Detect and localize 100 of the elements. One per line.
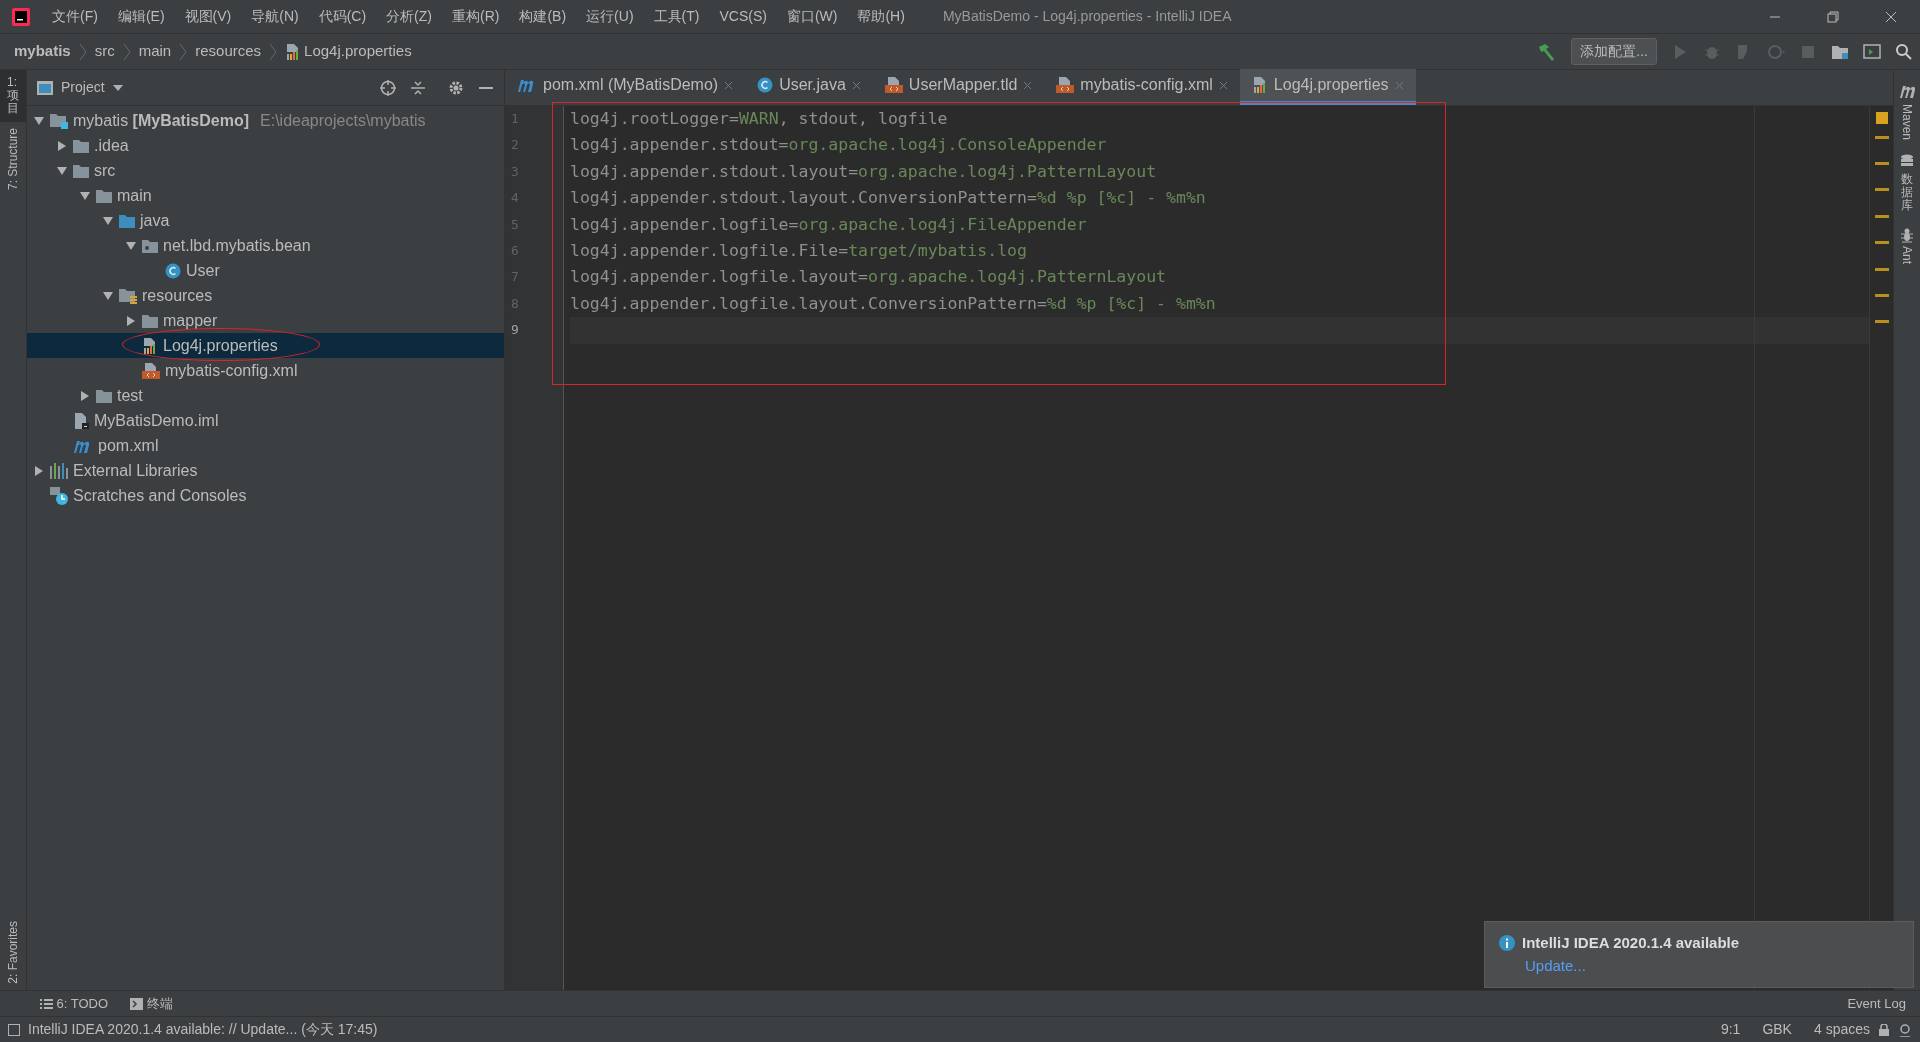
menu-item[interactable]: 编辑(E) [107, 6, 175, 27]
close-icon[interactable] [1884, 10, 1898, 25]
tree-item[interactable]: resources [27, 283, 504, 308]
tree-item[interactable]: mybatis-config.xml [27, 358, 504, 383]
menu-item[interactable]: 构建(B) [509, 6, 577, 27]
tree-item[interactable]: User [27, 258, 504, 283]
menu-item[interactable]: 帮助(H) [847, 6, 915, 27]
tree-item[interactable]: Scratches and Consoles [27, 483, 504, 508]
tool-window-tab[interactable]: 数据库 [1899, 153, 1915, 213]
menu-item[interactable]: 窗口(W) [776, 6, 848, 27]
expanded-arrow-icon[interactable] [103, 215, 113, 226]
tree-item[interactable]: .idea [27, 133, 504, 158]
chevron-icon [78, 42, 87, 61]
menu-item[interactable]: 重构(R) [442, 6, 510, 27]
menu-item[interactable]: 文件(F) [42, 6, 108, 27]
tree-item[interactable]: External Libraries [27, 458, 504, 483]
tool-window-tab[interactable]: Maven [1898, 84, 1916, 140]
project-window-icon [37, 80, 53, 95]
breadcrumb[interactable]: main [138, 40, 172, 63]
code-line: log4j.rootLogger=WARN, stdout, logfile [570, 108, 949, 130]
chevron-icon [269, 42, 278, 61]
editor-tab[interactable]: mybatis-config.xml [1044, 69, 1240, 105]
breadcrumb[interactable]: src [94, 40, 115, 63]
menu-item[interactable]: 代码(C) [308, 6, 377, 27]
menu-item[interactable]: 运行(U) [576, 6, 644, 27]
search-icon[interactable] [1895, 42, 1913, 61]
tree-item-label: .idea [94, 135, 129, 156]
class-icon [165, 262, 181, 279]
tree-item[interactable]: mybatis [MyBatisDemo] E:\ideaprojects\mybatis [27, 108, 504, 133]
tree-item[interactable]: Log4j.properties [27, 333, 504, 358]
locate-icon[interactable] [380, 79, 396, 96]
tool-window-tab[interactable]: 终端 [130, 993, 173, 1014]
tree-item-label: java [140, 210, 170, 231]
run-configuration-dropdown[interactable]: 添加配置... [1571, 38, 1657, 65]
collapse-all-icon[interactable] [410, 79, 426, 96]
menu-item[interactable]: 工具(T) [643, 6, 710, 27]
collapsed-arrow-icon[interactable] [34, 465, 44, 476]
editor-tab[interactable]: User.java [745, 69, 873, 105]
menu-item[interactable]: 导航(N) [241, 6, 309, 27]
terminal-window-icon[interactable] [1863, 42, 1881, 61]
update-link[interactable]: Update... [1499, 956, 1586, 974]
folder-icon [96, 388, 112, 403]
ant-icon [1899, 226, 1915, 243]
code-line: log4j.appender.stdout.layout.ConversionPattern=%d %p [%c] - %m%n [570, 187, 1207, 210]
list-icon [40, 997, 53, 1010]
tree-item[interactable]: mapper [27, 308, 504, 333]
folder-icon [142, 313, 158, 328]
tree-item[interactable]: pom.xml [27, 433, 504, 458]
expanded-arrow-icon[interactable] [34, 115, 44, 126]
tree-item[interactable]: test [27, 383, 504, 408]
editor-tab[interactable]: Log4j.properties [1239, 69, 1416, 105]
tool-window-tab[interactable]: 6: TODO [40, 993, 109, 1014]
caret-icon[interactable] [112, 83, 123, 92]
tree-item[interactable]: net.lbd.mybatis.bean [27, 233, 504, 258]
tree-item-label: resources [142, 285, 213, 306]
collapsed-arrow-icon[interactable] [57, 140, 67, 151]
expanded-arrow-icon[interactable] [103, 290, 113, 301]
tool-window-tab[interactable]: Ant [1898, 226, 1916, 265]
tool-window-tab[interactable]: 2: Favorites [0, 915, 26, 990]
line-number: 9 [510, 321, 520, 340]
collapsed-arrow-icon[interactable] [126, 315, 136, 326]
code-line: log4j.appender.logfile.layout.ConversionPattern=%d %p [%c] - %m%n [570, 292, 1217, 315]
warning-stripe-icon [1874, 188, 1889, 192]
file-encoding[interactable]: GBK [1762, 1019, 1792, 1040]
editor-tab[interactable]: UserMapper.tld [872, 69, 1045, 105]
chevron-icon [122, 42, 131, 61]
tree-item-label: test [117, 385, 143, 406]
tree-item[interactable]: MyBatisDemo.iml [27, 408, 504, 433]
menu-item[interactable]: 视图(V) [174, 6, 242, 27]
indent-setting[interactable]: 4 spaces [1813, 1019, 1870, 1040]
caret-position[interactable]: 9:1 [1720, 1019, 1741, 1040]
code-line: log4j.appender.logfile=org.apache.log4j.FileAppender [570, 213, 1088, 236]
expanded-arrow-icon[interactable] [80, 190, 90, 201]
breadcrumb[interactable]: mybatis [14, 40, 71, 63]
tool-window-tab[interactable]: 1: 项目 [0, 70, 26, 122]
menu-item[interactable]: 分析(Z) [376, 6, 442, 27]
tree-item[interactable]: java [27, 208, 504, 233]
toggle-tool-windows-icon[interactable] [8, 1023, 20, 1036]
expanded-arrow-icon[interactable] [126, 240, 136, 251]
warning-stripe-icon [1874, 135, 1889, 139]
tree-item[interactable]: main [27, 183, 504, 208]
settings-icon[interactable] [448, 79, 464, 96]
tree-item-label: net.lbd.mybatis.bean [163, 235, 311, 256]
expanded-arrow-icon[interactable] [57, 165, 67, 176]
menu-item[interactable]: VCS(S) [709, 6, 777, 27]
breadcrumb[interactable]: resources [195, 40, 262, 63]
lock-icon[interactable] [1878, 1023, 1890, 1036]
notification-title: IntelliJ IDEA 2020.1.4 available [1522, 933, 1740, 953]
tree-item-label: mybatis [MyBatisDemo] [73, 110, 250, 131]
tree-item-label: pom.xml [98, 435, 159, 456]
breadcrumb[interactable]: Log4j.properties [304, 40, 412, 63]
tool-window-tab[interactable]: 7: Structure [0, 121, 26, 196]
collapsed-arrow-icon[interactable] [80, 390, 90, 401]
package-icon [142, 238, 158, 253]
event-log-tab[interactable]: Event Log [1847, 993, 1906, 1014]
resources-folder-icon [119, 287, 137, 304]
editor-tab[interactable]: pom.xml (MyBatisDemo) [505, 69, 746, 105]
panel-title[interactable]: Project [61, 77, 105, 98]
tree-item[interactable]: src [27, 158, 504, 183]
restore-icon[interactable] [1826, 10, 1840, 25]
